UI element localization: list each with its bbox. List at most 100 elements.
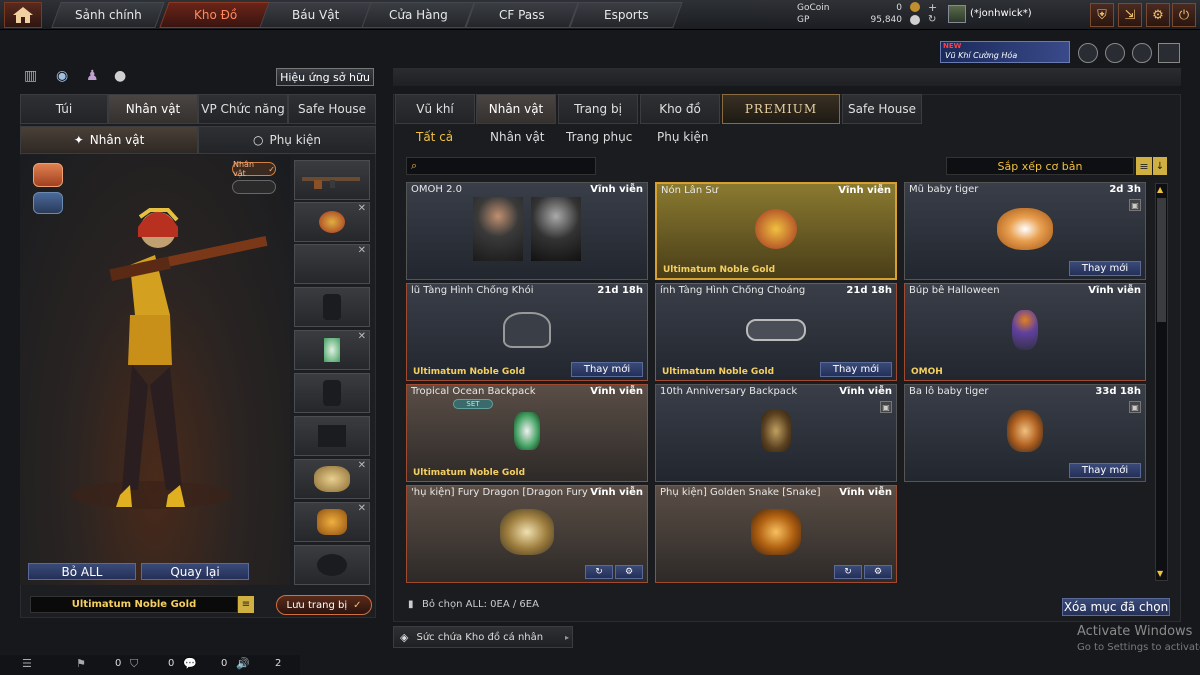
tab-safe-house[interactable]: Safe House — [288, 94, 376, 124]
refresh-gp-button[interactable]: ↻ — [834, 565, 862, 579]
item-card[interactable]: OMOH 2.0 Vĩnh viễn — [406, 182, 648, 280]
search-box[interactable]: ⌕ — [406, 157, 596, 175]
item-card[interactable]: Nón Lân Sư Vĩnh viễn Ultimatum Noble Gold — [655, 182, 897, 280]
sort-dropdown[interactable]: Sắp xếp cơ bản — [946, 157, 1134, 175]
username[interactable]: (*jonhwick*) — [970, 8, 1032, 19]
shield-icon[interactable]: ⛨ — [1090, 3, 1114, 27]
scroll-down-icon[interactable]: ▼ — [1157, 569, 1166, 579]
mask-mode-icon[interactable] — [33, 192, 63, 214]
exit-icon[interactable]: ⇲ — [1118, 3, 1142, 27]
back-button[interactable]: Quay lại — [141, 563, 249, 580]
badge-icon-2[interactable] — [1105, 43, 1125, 63]
preset-menu-icon[interactable]: ≡ — [238, 596, 254, 613]
slot-extra-1[interactable] — [294, 373, 370, 413]
item-card[interactable]: Mũ baby tiger 2d 3h ▣ Thay mới — [904, 182, 1146, 280]
item-card[interactable]: ính Tàng Hình Chống Choáng 21d 18h Ultima… — [655, 283, 897, 381]
slot-accessory-2[interactable]: ✕ — [294, 502, 370, 542]
sort-direction-icon[interactable]: ↓ — [1153, 157, 1167, 175]
character-icon[interactable]: ♟ — [86, 68, 104, 86]
slot-extra-2[interactable] — [294, 416, 370, 456]
refresh-icon[interactable]: ↻ — [928, 14, 936, 25]
remove-slot-icon[interactable]: ✕ — [358, 460, 366, 471]
filter-costume[interactable]: Trang phục — [566, 130, 632, 144]
avatar[interactable] — [948, 5, 966, 23]
save-loadout-button[interactable]: Lưu trang bị ✓ — [276, 595, 372, 615]
refresh-gp-button[interactable]: ↻ — [585, 565, 613, 579]
capacity-bar[interactable]: ◈ Sức chứa Kho đồ cá nhân ▸ — [393, 626, 573, 648]
nav-tab-inventory[interactable]: Kho Đồ — [159, 2, 273, 28]
slot-accessory-3[interactable] — [294, 545, 370, 585]
renew-button[interactable]: Thay mới — [1069, 463, 1141, 478]
remove-slot-icon[interactable]: ✕ — [358, 245, 366, 256]
settings-button[interactable]: ⚙ — [615, 565, 643, 579]
filter-character[interactable]: Nhân vật — [490, 130, 545, 144]
remove-all-button[interactable]: Bỏ ALL — [28, 563, 136, 580]
rtab-safe-house[interactable]: Safe House — [842, 94, 922, 124]
podium-icon[interactable]: ▥ — [24, 68, 42, 86]
pet-icon[interactable]: ● — [114, 68, 132, 86]
gear-icon[interactable]: ⚙ — [1146, 3, 1170, 27]
add-coin-icon[interactable]: + — [928, 1, 937, 14]
rtab-premium[interactable]: PREMIUM — [722, 94, 840, 124]
remove-slot-icon[interactable]: ✕ — [358, 503, 366, 514]
item-card[interactable]: lũ Tàng Hình Chống Khói 21d 18h Ultimatum… — [406, 283, 648, 381]
mask-toggle[interactable] — [232, 180, 276, 194]
renew-button[interactable]: Thay mới — [571, 362, 643, 377]
remove-slot-icon[interactable]: ✕ — [358, 203, 366, 214]
filter-accessory[interactable]: Phụ kiện — [657, 130, 709, 144]
renew-button[interactable]: Thay mới — [1069, 261, 1141, 276]
nav-tab-esports[interactable]: Esports — [569, 2, 683, 28]
tab-bag[interactable]: Túi — [20, 94, 108, 124]
settings-button[interactable]: ⚙ — [864, 565, 892, 579]
delete-selected-button[interactable]: Xóa mục đã chọn — [1062, 598, 1170, 616]
item-card[interactable]: 10th Anniversary Backpack Vĩnh viễn ▣ — [655, 384, 897, 482]
nav-tab-cfpass[interactable]: CF Pass — [465, 2, 579, 28]
sort-menu-icon[interactable]: ≡ — [1136, 157, 1152, 175]
item-card[interactable]: Búp bê Halloween Vĩnh viễn OMOH — [904, 283, 1146, 381]
friends-icon[interactable]: ⚑ — [76, 657, 86, 670]
selection-count[interactable]: Bỏ chọn ALL: 0EA / 6EA — [422, 599, 539, 610]
character-mode-icon[interactable] — [33, 163, 63, 187]
renew-button[interactable]: Thay mới — [820, 362, 892, 377]
rtab-weapon[interactable]: Vũ khí — [395, 94, 475, 124]
home-button[interactable] — [4, 2, 42, 28]
subtab-character[interactable]: ✦ Nhân vật — [20, 126, 198, 154]
search-input[interactable] — [427, 159, 591, 173]
slot-body[interactable] — [294, 287, 370, 327]
item-card[interactable]: Tropical Ocean Backpack Vĩnh viễn SET Ult… — [406, 384, 648, 482]
item-card[interactable]: Phụ kiện] Golden Snake [Snake] Vĩnh viễn … — [655, 485, 897, 583]
list-icon[interactable]: ☰ — [22, 657, 32, 670]
tab-character[interactable]: Nhân vật — [108, 94, 198, 124]
item-card[interactable]: 'hụ kiện] Fury Dragon [Dragon Fury Vĩnh v… — [406, 485, 648, 583]
badge-icon-3[interactable] — [1132, 43, 1152, 63]
rtab-equipment[interactable]: Trang bị — [558, 94, 638, 124]
subtab-accessory[interactable]: ○ Phụ kiện — [198, 126, 376, 154]
scroll-up-icon[interactable]: ▲ — [1157, 185, 1166, 195]
character-badge[interactable]: Nhân vật ✓ — [232, 160, 276, 178]
promo-banner[interactable]: NEW Vũ Khí Cường Hóa — [940, 41, 1070, 63]
nav-tab-treasure[interactable]: Báu Vật — [259, 2, 373, 28]
badge-icon-1[interactable] — [1078, 43, 1098, 63]
effects-button[interactable]: Hiệu ứng sở hữu — [276, 68, 374, 86]
volume-icon[interactable]: 🔊 — [236, 657, 250, 670]
tab-functional[interactable]: VP Chức năng — [198, 94, 288, 124]
expand-icon[interactable]: ▸ — [565, 633, 569, 642]
clan-icon[interactable]: ⛉ — [130, 657, 138, 671]
rtab-character[interactable]: Nhân vật — [476, 94, 556, 124]
scrollbar[interactable]: ▲ ▼ — [1155, 183, 1168, 581]
remove-slot-icon[interactable]: ✕ — [358, 331, 366, 342]
nav-tab-lobby[interactable]: Sảnh chính — [51, 2, 165, 28]
filter-all[interactable]: Tất cả — [416, 130, 453, 144]
badge-icon-4[interactable] — [1158, 43, 1180, 63]
rtab-storage[interactable]: Kho đồ — [640, 94, 720, 124]
item-card[interactable]: Ba lô baby tiger 33d 18h ▣ Thay mới — [904, 384, 1146, 482]
slot-accessory-1[interactable]: ✕ — [294, 459, 370, 499]
scroll-thumb[interactable] — [1157, 198, 1166, 322]
character-preview[interactable] — [20, 155, 290, 585]
slot-back[interactable]: ✕ — [294, 330, 370, 370]
chat-icon[interactable]: 💬 — [183, 657, 197, 670]
preset-name[interactable]: Ultimatum Noble Gold — [30, 596, 238, 613]
power-icon[interactable]: ⏻ — [1172, 3, 1196, 27]
slot-face[interactable]: ✕ — [294, 244, 370, 284]
slot-weapon[interactable] — [294, 160, 370, 200]
